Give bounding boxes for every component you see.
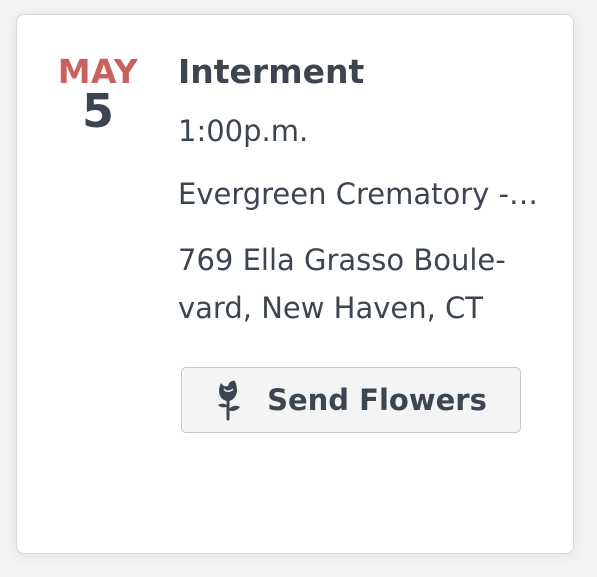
send-flowers-button[interactable]: Send Flowers [181, 367, 521, 433]
event-title: Interment [178, 52, 365, 91]
send-flowers-label: Send Flowers [267, 383, 487, 417]
event-day: 5 [81, 84, 114, 138]
event-venue: Evergreen Crematory - West Haven [178, 177, 540, 211]
event-date: MAY 5 [57, 53, 139, 138]
event-address: 769 Ella Grasso Boule-vard, New Haven, C… [178, 243, 506, 325]
event-card: MAY 5 Interment 1:00p.m. Evergreen Crema… [16, 14, 574, 554]
event-details: Interment 1:00p.m. Evergreen Crematory -… [178, 51, 558, 332]
event-time: 1:00p.m. [178, 114, 309, 148]
rose-icon [215, 379, 243, 421]
